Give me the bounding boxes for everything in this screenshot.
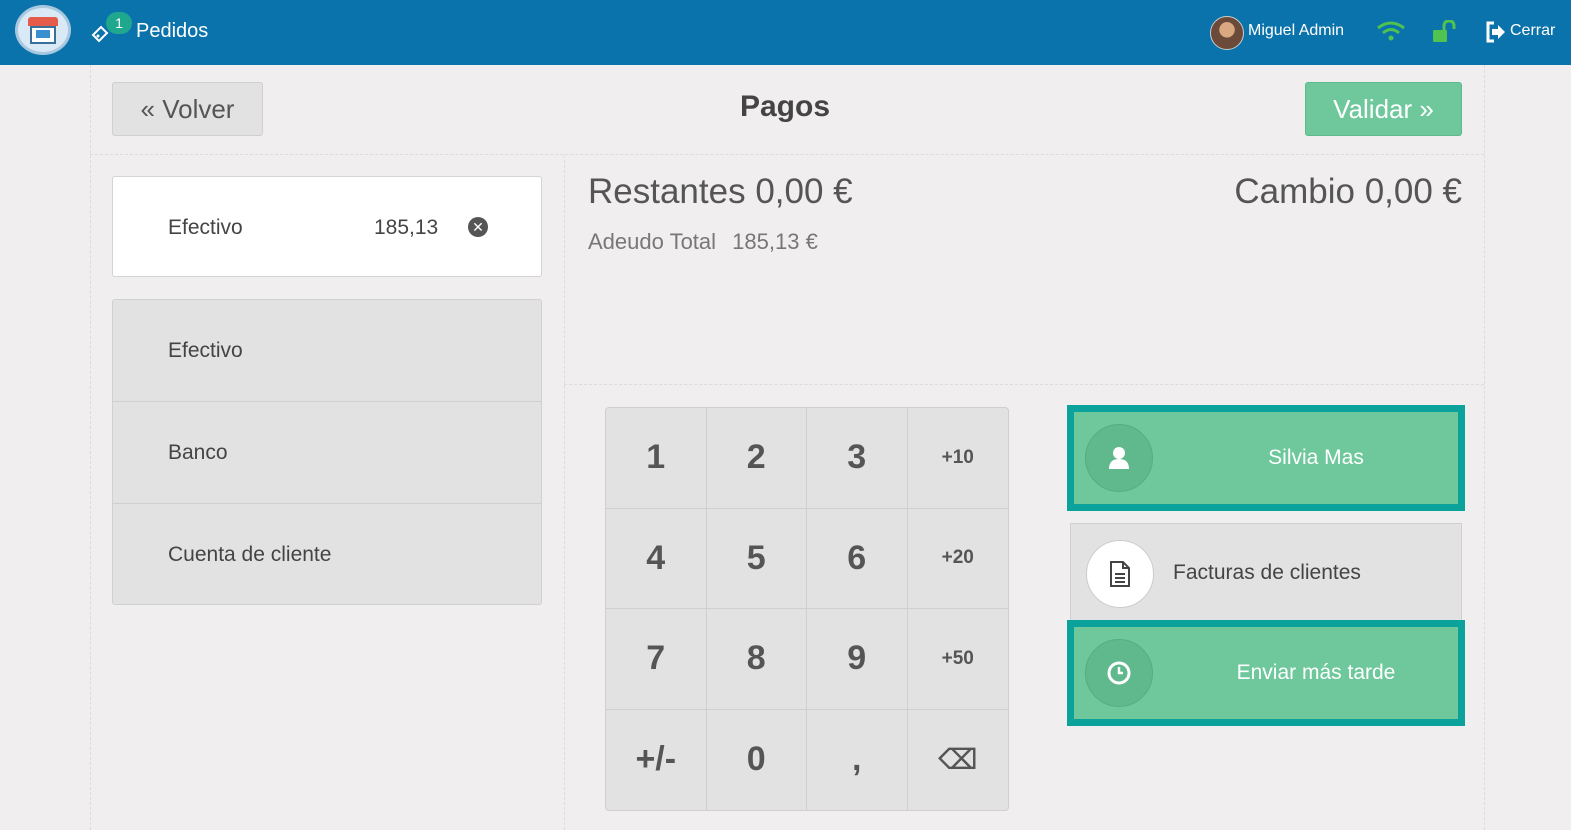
backspace-icon[interactable]: ⌫: [908, 710, 1009, 811]
numpad-key-plus50[interactable]: +50: [907, 609, 1008, 710]
numpad: 1 2 3 +10 4 5 6 +20 7 8 9 +50 +/- 0 , ⌫: [605, 407, 1009, 811]
file-text-icon: [1086, 540, 1154, 608]
numpad-key-4[interactable]: 4: [606, 508, 707, 609]
page-title: Pagos: [739, 90, 831, 123]
user-avatar[interactable]: [1210, 16, 1244, 50]
numpad-key-plus20[interactable]: +20: [907, 509, 1008, 609]
customer-name: Silvia Mas: [1268, 446, 1364, 469]
top-bar: 1 Pedidos Miguel Admin Cerrar: [0, 0, 1571, 65]
change-value: 0,00 €: [1364, 172, 1462, 211]
numpad-key-plus10[interactable]: +10: [907, 408, 1008, 509]
remaining-value: 0,00 €: [755, 172, 853, 211]
numpad-key-5[interactable]: 5: [706, 508, 807, 609]
total-due: Adeudo Total 185,13 €: [588, 229, 828, 255]
payment-method-customer-account[interactable]: Cuenta de cliente: [113, 504, 541, 606]
numpad-key-8[interactable]: 8: [706, 609, 807, 710]
payment-line-method: Efectivo: [168, 216, 243, 239]
orders-count-badge[interactable]: 1: [106, 12, 132, 34]
numpad-key-3[interactable]: 3: [807, 408, 908, 509]
payment-line-amount: 185,13: [374, 216, 439, 239]
frame-guide-top: [90, 154, 1484, 155]
validate-button[interactable]: Validar »: [1305, 82, 1462, 136]
orders-label[interactable]: Pedidos: [136, 20, 208, 43]
back-button[interactable]: « Volver: [112, 82, 263, 136]
wifi-icon: [1377, 21, 1405, 41]
numpad-key-1[interactable]: 1: [606, 408, 707, 509]
sign-out-icon[interactable]: [1485, 21, 1507, 43]
numpad-key-7[interactable]: 7: [606, 609, 707, 710]
invoice-button[interactable]: Facturas de clientes: [1070, 523, 1462, 623]
frame-guide-left: [90, 65, 91, 830]
clock-icon: [1085, 639, 1153, 707]
remaining-label: Restantes: [588, 172, 746, 211]
payment-method-cash[interactable]: Efectivo: [113, 300, 541, 402]
remaining-amount: Restantes 0,00 €: [588, 172, 853, 212]
send-later-label: Enviar más tarde: [1236, 661, 1396, 684]
change-label: Cambio: [1234, 172, 1355, 211]
numpad-key-2[interactable]: 2: [706, 408, 807, 509]
frame-guide-right: [1484, 65, 1485, 830]
frame-guide-numpad: [564, 384, 1484, 385]
numpad-key-decimal[interactable]: ,: [807, 709, 908, 810]
total-due-value: 185,13 €: [732, 229, 818, 254]
frame-guide-middle: [564, 155, 565, 830]
change-amount: Cambio 0,00 €: [1100, 172, 1462, 212]
user-icon: [1085, 424, 1153, 492]
close-session-label[interactable]: Cerrar: [1510, 22, 1555, 40]
remove-payment-icon[interactable]: ✕: [468, 217, 488, 237]
numpad-key-sign[interactable]: +/-: [606, 709, 707, 810]
user-name[interactable]: Miguel Admin: [1248, 22, 1344, 40]
invoice-label: Facturas de clientes: [1173, 561, 1361, 584]
numpad-key-6[interactable]: 6: [807, 508, 908, 609]
payment-line[interactable]: Efectivo 185,13 ✕: [112, 176, 542, 277]
customer-button[interactable]: Silvia Mas: [1067, 405, 1465, 511]
numpad-key-9[interactable]: 9: [807, 609, 908, 710]
numpad-key-0[interactable]: 0: [707, 709, 807, 810]
shop-logo-icon[interactable]: [15, 5, 71, 55]
unlock-icon[interactable]: [1432, 20, 1458, 44]
total-due-label: Adeudo Total: [588, 229, 717, 254]
send-later-button[interactable]: Enviar más tarde: [1067, 620, 1465, 726]
payment-method-bank[interactable]: Banco: [113, 402, 541, 504]
payment-methods-list: Efectivo Banco Cuenta de cliente: [112, 299, 542, 605]
